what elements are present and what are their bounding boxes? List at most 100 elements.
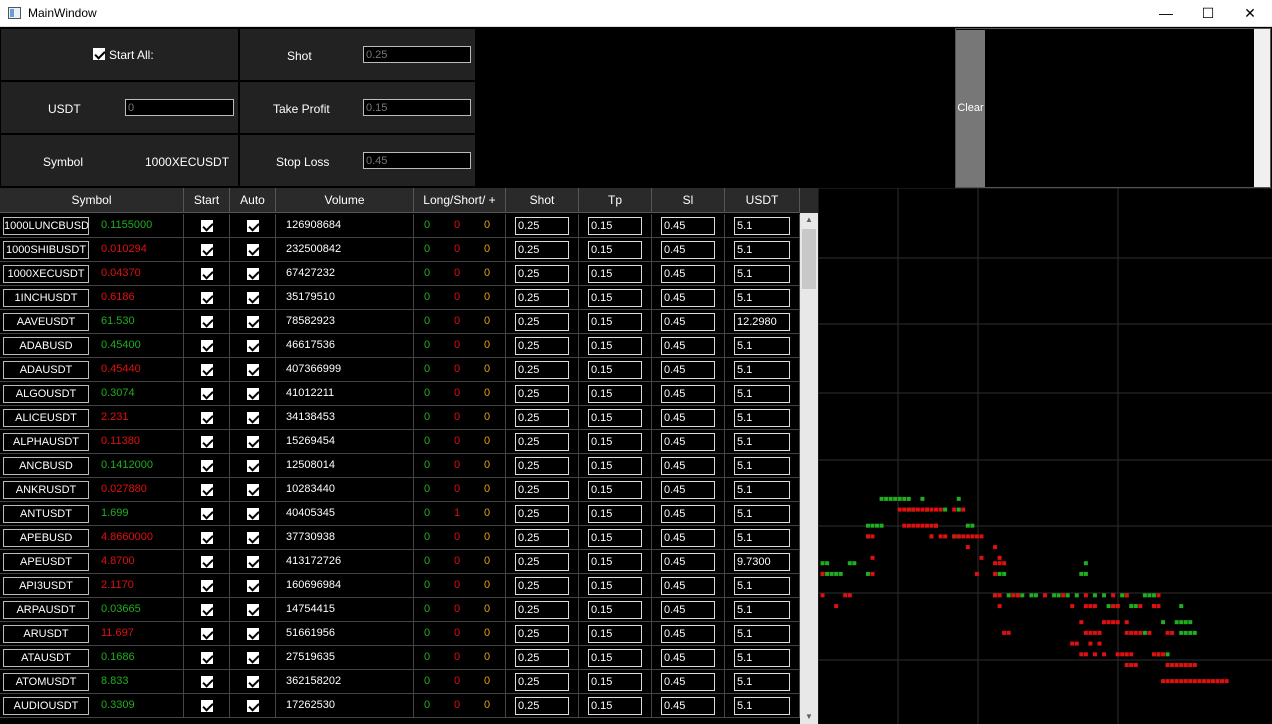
usdt-field[interactable]: 5.1 xyxy=(734,265,790,283)
shot-field[interactable]: 0.25 xyxy=(515,673,569,691)
tp-field[interactable]: 0.15 xyxy=(588,385,642,403)
usdt-field[interactable]: 5.1 xyxy=(734,337,790,355)
sl-field[interactable]: 0.45 xyxy=(661,625,715,643)
symbol-button[interactable]: API3USDT xyxy=(3,577,89,595)
table-row[interactable]: ANCBUSD 0.1412000 12508014 0 0 0 0.25 0.15 0.… xyxy=(0,454,800,478)
shot-field[interactable]: 0.25 xyxy=(515,337,569,355)
sl-field[interactable]: 0.45 xyxy=(661,649,715,667)
auto-checkbox[interactable] xyxy=(247,508,259,520)
start-checkbox[interactable] xyxy=(201,268,213,280)
auto-checkbox[interactable] xyxy=(247,244,259,256)
sl-field[interactable]: 0.45 xyxy=(661,697,715,715)
start-checkbox[interactable] xyxy=(201,676,213,688)
start-checkbox[interactable] xyxy=(201,700,213,712)
column-header[interactable]: Auto xyxy=(230,188,276,213)
tp-field[interactable]: 0.15 xyxy=(588,481,642,499)
tp-field[interactable]: 0.15 xyxy=(588,649,642,667)
auto-checkbox[interactable] xyxy=(247,316,259,328)
usdt-field[interactable]: 5.1 xyxy=(734,697,790,715)
tp-field[interactable]: 0.15 xyxy=(588,553,642,571)
tp-field[interactable]: 0.15 xyxy=(588,457,642,475)
table-row[interactable]: APEBUSD 4.8660000 37730938 0 0 0 0.25 0.15 0.… xyxy=(0,526,800,550)
auto-checkbox[interactable] xyxy=(247,388,259,400)
symbol-button[interactable]: APEBUSD xyxy=(3,529,89,547)
sl-field[interactable]: 0.45 xyxy=(661,241,715,259)
auto-checkbox[interactable] xyxy=(247,604,259,616)
shot-field[interactable]: 0.25 xyxy=(515,265,569,283)
symbol-button[interactable]: ALGOUSDT xyxy=(3,385,89,403)
shot-field[interactable]: 0.25 xyxy=(515,313,569,331)
tp-field[interactable]: 0.15 xyxy=(588,241,642,259)
start-checkbox[interactable] xyxy=(201,532,213,544)
maximize-button[interactable]: ☐ xyxy=(1187,0,1229,27)
tp-field[interactable]: 0.15 xyxy=(588,505,642,523)
sl-field[interactable]: 0.45 xyxy=(661,313,715,331)
sl-field[interactable]: 0.45 xyxy=(661,457,715,475)
sl-field[interactable]: 0.45 xyxy=(661,217,715,235)
shot-field[interactable]: 0.25 xyxy=(515,601,569,619)
shot-field[interactable]: 0.25 xyxy=(515,217,569,235)
stop-loss-input[interactable] xyxy=(363,152,471,169)
table-row[interactable]: ARUSDT 11.697 51661956 0 0 0 0.25 0.15 0.45 5.… xyxy=(0,622,800,646)
sl-field[interactable]: 0.45 xyxy=(661,265,715,283)
symbol-button[interactable]: 1000XECUSDT xyxy=(3,265,89,283)
table-row[interactable]: AUDIOUSDT 0.3309 17262530 0 0 0 0.25 0.15 0.4… xyxy=(0,694,800,718)
tp-field[interactable]: 0.15 xyxy=(588,337,642,355)
start-checkbox[interactable] xyxy=(201,508,213,520)
sl-field[interactable]: 0.45 xyxy=(661,505,715,523)
start-checkbox[interactable] xyxy=(201,652,213,664)
auto-checkbox[interactable] xyxy=(247,460,259,472)
auto-checkbox[interactable] xyxy=(247,412,259,424)
table-row[interactable]: API3USDT 2.1170 160696984 0 0 0 0.25 0.15 0.4… xyxy=(0,574,800,598)
start-checkbox[interactable] xyxy=(201,484,213,496)
symbol-button[interactable]: 1000LUNCBUSD xyxy=(3,217,89,235)
shot-field[interactable]: 0.25 xyxy=(515,289,569,307)
shot-field[interactable]: 0.25 xyxy=(515,649,569,667)
auto-checkbox[interactable] xyxy=(247,268,259,280)
start-checkbox[interactable] xyxy=(201,316,213,328)
sl-field[interactable]: 0.45 xyxy=(661,385,715,403)
auto-checkbox[interactable] xyxy=(247,532,259,544)
shot-field[interactable]: 0.25 xyxy=(515,409,569,427)
symbol-button[interactable]: ARUSDT xyxy=(3,625,89,643)
shot-field[interactable]: 0.25 xyxy=(515,433,569,451)
auto-checkbox[interactable] xyxy=(247,556,259,568)
usdt-field[interactable]: 5.1 xyxy=(734,577,790,595)
symbol-button[interactable]: ANKRUSDT xyxy=(3,481,89,499)
tp-field[interactable]: 0.15 xyxy=(588,577,642,595)
shot-field[interactable]: 0.25 xyxy=(515,577,569,595)
minimize-button[interactable]: — xyxy=(1145,0,1187,27)
usdt-field[interactable]: 5.1 xyxy=(734,241,790,259)
symbol-button[interactable]: ADAUSDT xyxy=(3,361,89,379)
usdt-input[interactable] xyxy=(125,99,234,116)
symbol-button[interactable]: AUDIOUSDT xyxy=(3,697,89,715)
tp-field[interactable]: 0.15 xyxy=(588,529,642,547)
column-header[interactable]: USDT xyxy=(725,188,800,213)
tp-field[interactable]: 0.15 xyxy=(588,673,642,691)
symbol-button[interactable]: ALPHAUSDT xyxy=(3,433,89,451)
column-header[interactable]: Tp xyxy=(579,188,652,213)
table-row[interactable]: ANTUSDT 1.699 40405345 0 1 0 0.25 0.15 0.45 5.… xyxy=(0,502,800,526)
tp-field[interactable]: 0.15 xyxy=(588,289,642,307)
usdt-field[interactable]: 5.1 xyxy=(734,289,790,307)
column-header[interactable]: Volume xyxy=(276,188,414,213)
symbol-button[interactable]: ANCBUSD xyxy=(3,457,89,475)
sl-field[interactable]: 0.45 xyxy=(661,673,715,691)
symbol-button[interactable]: ARPAUSDT xyxy=(3,601,89,619)
shot-field[interactable]: 0.25 xyxy=(515,457,569,475)
sl-field[interactable]: 0.45 xyxy=(661,529,715,547)
start-checkbox[interactable] xyxy=(201,340,213,352)
auto-checkbox[interactable] xyxy=(247,436,259,448)
tp-field[interactable]: 0.15 xyxy=(588,601,642,619)
auto-checkbox[interactable] xyxy=(247,676,259,688)
auto-checkbox[interactable] xyxy=(247,700,259,712)
shot-field[interactable]: 0.25 xyxy=(515,529,569,547)
sl-field[interactable]: 0.45 xyxy=(661,337,715,355)
symbol-button[interactable]: ATAUSDT xyxy=(3,649,89,667)
auto-checkbox[interactable] xyxy=(247,340,259,352)
usdt-field[interactable]: 5.1 xyxy=(734,649,790,667)
symbol-button[interactable]: APEUSDT xyxy=(3,553,89,571)
shot-field[interactable]: 0.25 xyxy=(515,361,569,379)
table-row[interactable]: APEUSDT 4.8700 413172726 0 0 0 0.25 0.15 0.45… xyxy=(0,550,800,574)
column-header[interactable]: Long/Short/ + xyxy=(414,188,506,213)
